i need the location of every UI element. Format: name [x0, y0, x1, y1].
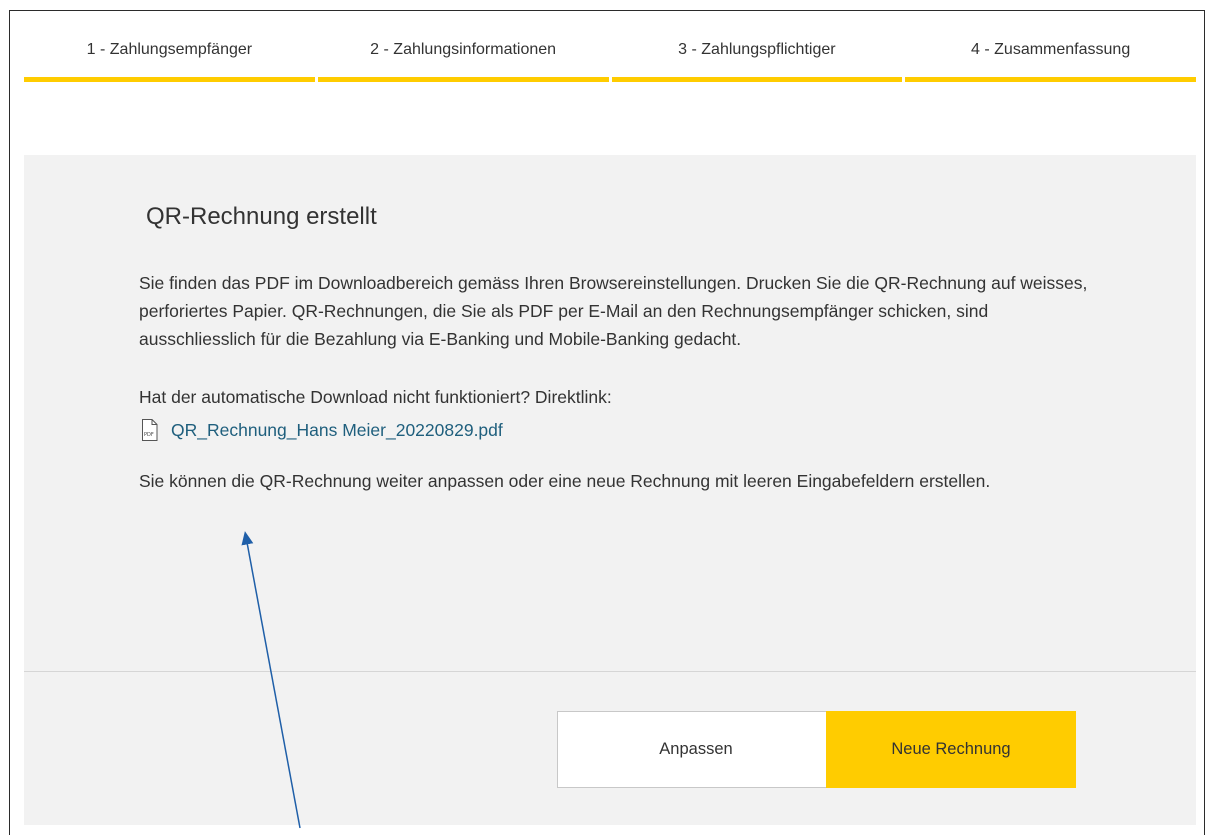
adjust-button[interactable]: Anpassen [557, 711, 835, 788]
step-payer[interactable]: 3 - Zahlungspflichtiger [611, 38, 903, 82]
file-row: PDF QR_Rechnung_Hans Meier_20220829.pdf [139, 413, 1099, 447]
pdf-file-icon: PDF [142, 419, 158, 441]
info-text: Sie finden das PDF im Downloadbereich ge… [139, 273, 1088, 349]
result-panel: QR-Rechnung erstellt Sie finden das PDF … [24, 155, 1196, 825]
step-payee[interactable]: 1 - Zahlungsempfänger [24, 38, 315, 82]
pdf-download-link[interactable]: QR_Rechnung_Hans Meier_20220829.pdf [171, 416, 503, 444]
divider [24, 671, 1196, 672]
pdf-icon-label: PDF [144, 432, 154, 438]
panel-title: QR-Rechnung erstellt [146, 203, 377, 230]
panel-body: Sie finden das PDF im Downloadbereich ge… [139, 269, 1099, 495]
new-invoice-button[interactable]: Neue Rechnung [826, 711, 1076, 788]
step-payment-info[interactable]: 2 - Zahlungsinformationen [317, 38, 609, 82]
step-summary[interactable]: 4 - Zusammenfassung [905, 38, 1196, 82]
adjust-text: Sie können die QR-Rechnung weiter anpass… [139, 471, 991, 491]
progress-stepper: 1 - Zahlungsempfänger 2 - Zahlungsinform… [24, 38, 1196, 82]
download-question: Hat der automatische Download nicht funk… [139, 387, 612, 407]
